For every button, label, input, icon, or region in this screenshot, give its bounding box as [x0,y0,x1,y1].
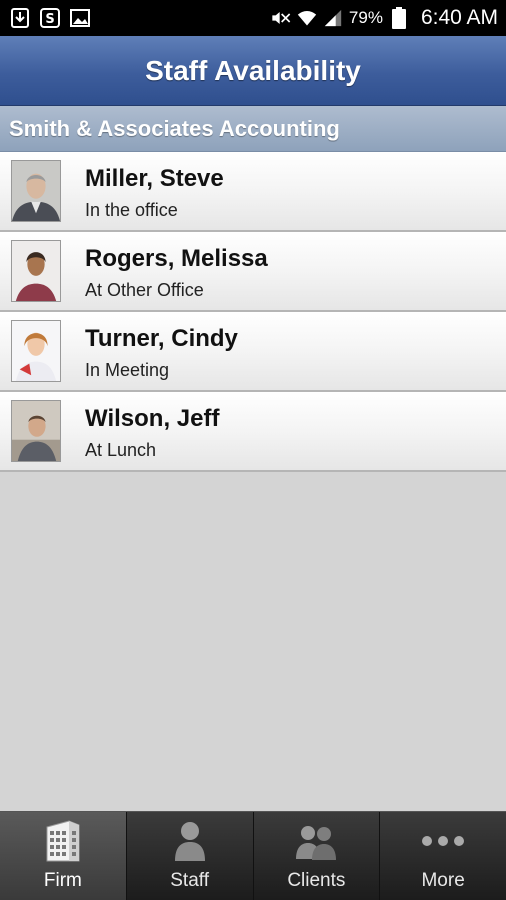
staff-name: Rogers, Melissa [85,245,268,272]
status-left-icons: S [10,8,90,28]
staff-info: Rogers, Melissa At Other Office [85,244,268,301]
avatar [11,320,61,382]
mute-icon [271,8,291,28]
avatar [11,400,61,462]
section-header: Smith & Associates Accounting [0,106,506,152]
page-title: Staff Availability [145,54,361,86]
avatar [11,240,61,302]
svg-text:S: S [45,12,54,27]
wifi-icon [297,8,317,28]
battery-icon [389,7,409,29]
title-bar: Staff Availability [0,36,506,106]
people-icon [293,818,339,864]
person-icon [167,818,213,864]
staff-row-wilson-jeff[interactable]: Wilson, Jeff At Lunch [0,392,506,472]
tab-staff[interactable]: Staff [127,812,254,900]
more-dots-icon [420,818,466,864]
bottom-tab-bar: Firm Staff Clients More [0,811,506,900]
staff-info: Wilson, Jeff At Lunch [85,404,219,461]
staff-status: In Meeting [85,360,170,380]
tab-firm[interactable]: Firm [0,812,127,900]
staff-row-turner-cindy[interactable]: Turner, Cindy In Meeting [0,312,506,392]
staff-status: At Other Office [85,280,204,300]
staff-name: Miller, Steve [85,165,224,192]
staff-row-miller-steve[interactable]: Miller, Steve In the office [0,152,506,232]
staff-info: Turner, Cindy In Meeting [85,324,238,381]
building-icon [40,818,86,864]
tab-more[interactable]: More [380,812,506,900]
tab-label: Firm [43,870,82,891]
firm-name: Smith & Associates Accounting [9,115,340,141]
staff-status: In the office [85,200,178,220]
staff-name: Wilson, Jeff [85,405,220,432]
download-icon [10,8,30,28]
status-right-icons: 79% 6:40 AM [271,6,498,30]
clock: 6:40 AM [420,6,498,29]
skype-icon: S [40,8,60,28]
staff-status: At Lunch [85,440,157,460]
avatar [11,160,61,222]
signal-icon [323,8,343,28]
battery-percent: 79% [348,8,383,27]
status-bar: S 79% 6:40 AM [0,0,506,36]
tab-clients[interactable]: Clients [254,812,381,900]
staff-info: Miller, Steve In the office [85,164,224,221]
tab-label: Clients [287,870,346,891]
staff-list: Miller, Steve In the office Rogers, Meli… [0,152,506,472]
staff-name: Turner, Cindy [85,325,238,352]
staff-row-rogers-melissa[interactable]: Rogers, Melissa At Other Office [0,232,506,312]
tab-label: Staff [170,870,209,891]
image-icon [70,8,90,28]
tab-label: More [421,870,465,891]
